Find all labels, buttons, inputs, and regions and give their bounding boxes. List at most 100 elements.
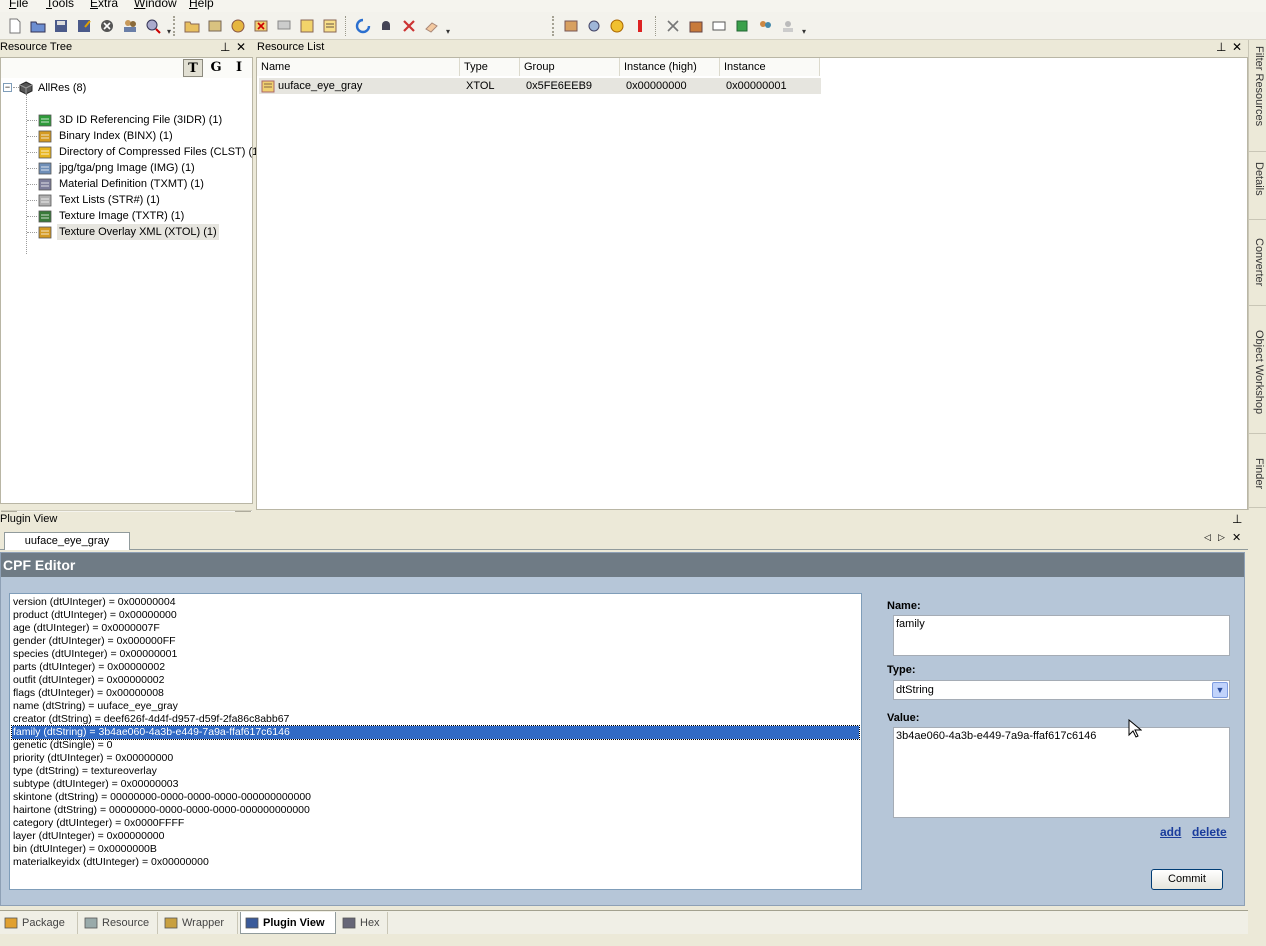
neighborhood-button[interactable] xyxy=(685,15,707,37)
property-list-item[interactable]: flags (dtUInteger) = 0x00000008 xyxy=(12,687,164,700)
toolbar-grip-2[interactable] xyxy=(552,16,556,36)
commit-button[interactable]: Commit xyxy=(1151,869,1223,890)
side-tab-filter-resources[interactable]: Filter Resources xyxy=(1249,44,1266,152)
property-list-item[interactable]: subtype (dtUInteger) = 0x00000003 xyxy=(12,778,179,791)
property-list-item[interactable]: parts (dtUInteger) = 0x00000002 xyxy=(12,661,165,674)
property-list-item[interactable]: hairtone (dtString) = 00000000-0000-0000… xyxy=(12,804,310,817)
chevron-down-icon[interactable]: ▼ xyxy=(1212,682,1228,698)
note-button[interactable] xyxy=(296,15,318,37)
column-header-type[interactable]: Type xyxy=(460,58,520,76)
property-list[interactable]: version (dtUInteger) = 0x00000004 product… xyxy=(9,593,862,890)
pin-icon[interactable]: ⊥ xyxy=(220,40,230,54)
menu-help[interactable]: Help xyxy=(189,0,214,10)
delete-link[interactable]: delete xyxy=(1192,825,1227,839)
tree-view-type-button[interactable]: T xyxy=(183,59,203,77)
menu-file[interactable]: File xyxy=(9,0,28,10)
pin-icon[interactable]: ⊥ xyxy=(1216,40,1226,54)
menu-window[interactable]: Window xyxy=(134,0,177,10)
property-list-item[interactable]: species (dtUInteger) = 0x00000001 xyxy=(12,648,177,661)
tree-item-label: Text Lists (STR#) (1) xyxy=(59,194,160,206)
property-list-item[interactable]: layer (dtUInteger) = 0x00000000 xyxy=(12,830,164,843)
people-button[interactable] xyxy=(754,15,776,37)
toolbar-overflow-1[interactable]: ▾ xyxy=(165,16,173,36)
bottom-tab-wrapper[interactable]: Wrapper xyxy=(160,912,238,934)
comment-button[interactable] xyxy=(273,15,295,37)
tab-prev-icon[interactable]: ◁ xyxy=(1204,532,1211,543)
search-remove-button[interactable] xyxy=(142,15,164,37)
menu-tools[interactable]: Tools xyxy=(46,0,74,10)
property-list-item[interactable]: materialkeyidx (dtUInteger) = 0x00000000 xyxy=(12,856,209,869)
import-button[interactable] xyxy=(181,15,203,37)
column-header-instance-high[interactable]: Instance (high) xyxy=(620,58,720,76)
package-tool-button[interactable] xyxy=(560,15,582,37)
bottom-tab-resource[interactable]: Resource xyxy=(80,912,158,934)
property-list-item[interactable]: type (dtString) = textureoverlay xyxy=(12,765,157,778)
tab-next-icon[interactable]: ▷ xyxy=(1218,532,1225,543)
property-list-item[interactable]: name (dtString) = uuface_eye_gray xyxy=(12,700,178,713)
bell-button[interactable] xyxy=(375,15,397,37)
delete-resource-button[interactable] xyxy=(250,15,272,37)
menu-extra[interactable]: Extra xyxy=(90,0,118,10)
property-list-item[interactable]: version (dtUInteger) = 0x00000004 xyxy=(12,596,176,609)
property-list-item[interactable]: bin (dtUInteger) = 0x0000000B xyxy=(12,843,157,856)
tree-view-group-button[interactable]: G xyxy=(206,59,226,77)
bottom-tab-plugin-view[interactable]: Plugin View xyxy=(240,912,336,934)
open-package-button[interactable] xyxy=(27,15,49,37)
side-tab-converter[interactable]: Converter xyxy=(1249,236,1266,306)
tree-view-instance-button[interactable]: I xyxy=(229,59,249,77)
value-field[interactable]: 3b4ae060-4a3b-e449-7a9a-ffaf617c6146 xyxy=(893,727,1230,818)
scan-button[interactable] xyxy=(583,15,605,37)
close-icon[interactable]: ✕ xyxy=(236,40,246,54)
property-list-item[interactable]: creator (dtString) = deef626f-4d4f-d957-… xyxy=(12,713,289,726)
side-tab-finder[interactable]: Finder xyxy=(1249,456,1266,508)
bottom-tab-hex[interactable]: Hex xyxy=(338,912,388,934)
close-package-button[interactable] xyxy=(96,15,118,37)
bottom-tab-label: Hex xyxy=(360,917,380,929)
eraser-button[interactable] xyxy=(421,15,443,37)
type-select[interactable]: dtString ▼ xyxy=(893,680,1230,700)
main-toolbar: ▾ ▾ ▾ xyxy=(0,12,1266,40)
close-tab-icon[interactable]: ✕ xyxy=(1232,531,1241,544)
new-package-button[interactable] xyxy=(4,15,26,37)
text-button[interactable] xyxy=(319,15,341,37)
bottom-tab-label: Package xyxy=(22,917,65,929)
marker-button[interactable] xyxy=(629,15,651,37)
toolbar-overflow-2[interactable]: ▾ xyxy=(444,16,452,36)
add-link[interactable]: add xyxy=(1160,825,1181,839)
property-list-item[interactable]: category (dtUInteger) = 0x0000FFFF xyxy=(12,817,184,830)
tree-root-allres[interactable]: − AllRes (8) xyxy=(3,80,123,96)
side-tab-object-workshop[interactable]: Object Workshop xyxy=(1249,328,1266,434)
property-list-item[interactable]: skintone (dtString) = 00000000-0000-0000… xyxy=(12,791,311,804)
puzzle-button[interactable] xyxy=(731,15,753,37)
side-tab-details[interactable]: Details xyxy=(1249,160,1266,220)
toolbar-overflow-3[interactable]: ▾ xyxy=(800,16,808,36)
save-as-button[interactable] xyxy=(73,15,95,37)
doc-tab-uuface-eye-gray[interactable]: uuface_eye_gray xyxy=(4,532,130,550)
user-disabled-button[interactable] xyxy=(777,15,799,37)
property-list-item[interactable]: product (dtUInteger) = 0x00000000 xyxy=(12,609,177,622)
replace-button[interactable] xyxy=(227,15,249,37)
property-list-item[interactable]: priority (dtUInteger) = 0x00000000 xyxy=(12,752,173,765)
property-list-item[interactable]: family (dtString) = 3b4ae060-4a3b-e449-7… xyxy=(11,725,860,740)
fix-button[interactable] xyxy=(398,15,420,37)
name-field[interactable]: family xyxy=(893,615,1230,656)
export-button[interactable] xyxy=(204,15,226,37)
bottom-tab-package[interactable]: Package xyxy=(0,912,78,934)
pin-icon[interactable]: ⊥ xyxy=(1232,512,1242,526)
save-button[interactable] xyxy=(50,15,72,37)
card-button[interactable] xyxy=(708,15,730,37)
cut-button[interactable] xyxy=(662,15,684,37)
property-list-item[interactable]: gender (dtUInteger) = 0x000000FF xyxy=(12,635,176,648)
close-icon[interactable]: ✕ xyxy=(1232,40,1242,54)
refresh-button[interactable] xyxy=(352,15,374,37)
star-button[interactable] xyxy=(606,15,628,37)
column-header-name[interactable]: Name xyxy=(257,58,460,76)
property-list-item[interactable]: age (dtUInteger) = 0x0000007F xyxy=(12,622,160,635)
users-button[interactable] xyxy=(119,15,141,37)
property-list-item[interactable]: genetic (dtSingle) = 0 xyxy=(12,739,113,752)
collapse-icon[interactable]: − xyxy=(3,83,12,92)
property-list-item[interactable]: outfit (dtUInteger) = 0x00000002 xyxy=(12,674,164,687)
column-header-instance[interactable]: Instance xyxy=(720,58,820,76)
toolbar-grip[interactable] xyxy=(173,16,177,36)
column-header-group[interactable]: Group xyxy=(520,58,620,76)
